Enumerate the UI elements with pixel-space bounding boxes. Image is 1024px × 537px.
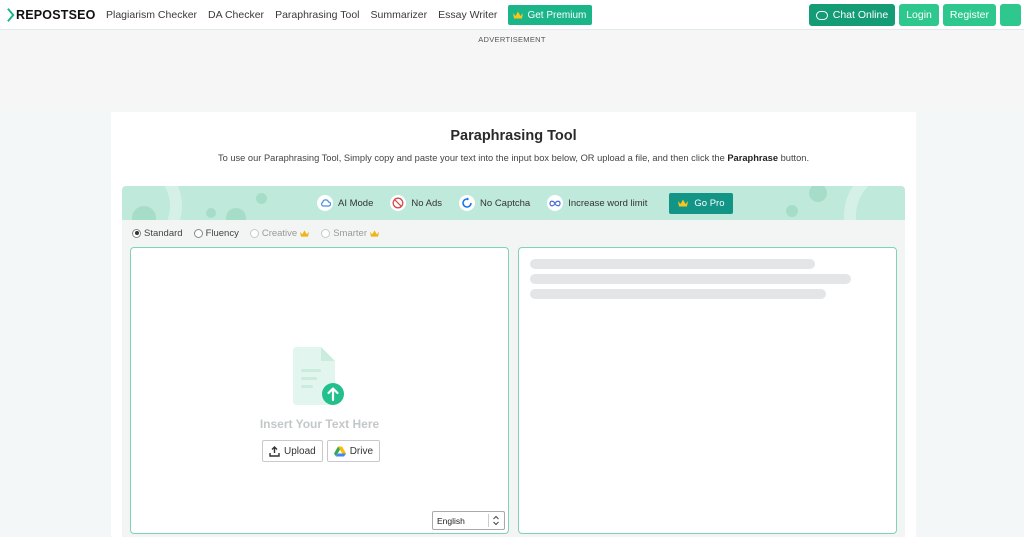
advertisement-area: ADVERTISEMENT (0, 31, 1024, 109)
mode-standard-label: Standard (144, 227, 183, 239)
chat-online-button[interactable]: Chat Online (808, 4, 896, 26)
captcha-icon (459, 195, 476, 211)
nav-essay-writer[interactable]: Essay Writer (438, 9, 497, 21)
promo-no-ads-label: No Ads (411, 197, 443, 209)
drive-label: Drive (349, 445, 374, 457)
promo-ai-mode-label: AI Mode (338, 197, 374, 209)
subtitle-end: button. (778, 153, 810, 163)
language-value: English (437, 515, 465, 526)
loading-skeleton-line (530, 274, 851, 284)
google-drive-icon (333, 446, 346, 456)
promo-decoration (809, 186, 827, 202)
radio-smarter[interactable] (321, 228, 331, 238)
top-header: REPOSTSEO Plagiarism Checker DA Checker … (0, 0, 1024, 30)
document-upload-icon (293, 347, 344, 405)
mode-smarter-label: Smarter (333, 227, 367, 239)
menu-button[interactable] (1000, 4, 1021, 26)
promo-decoration (226, 208, 246, 220)
nav-plagiarism-checker[interactable]: Plagiarism Checker (106, 9, 197, 21)
subtitle-bold: Paraphrase (727, 153, 779, 163)
mode-creative-label: Creative (261, 227, 298, 239)
mode-smarter[interactable]: Smarter (321, 228, 380, 239)
output-text-panel[interactable] (518, 247, 897, 534)
select-arrows-icon (493, 515, 499, 526)
promo-no-captcha: No Captcha (459, 195, 530, 211)
radio-creative[interactable] (249, 228, 259, 238)
chat-online-label: Chat Online (832, 9, 889, 21)
upload-actions: Upload Drive (262, 440, 384, 462)
radio-fluency[interactable] (193, 228, 203, 238)
ai-cloud-icon (317, 195, 333, 211)
promo-no-ads: No Ads (390, 195, 442, 211)
infinity-icon (547, 195, 564, 211)
promo-decoration (786, 205, 798, 217)
promo-ai-mode: AI Mode (317, 195, 373, 211)
get-premium-button[interactable]: Get Premium (508, 5, 593, 25)
radio-standard[interactable] (132, 228, 141, 238)
drive-button[interactable]: Drive (326, 440, 381, 462)
promo-features: AI Mode No Ads No Captcha Increase word … (317, 186, 733, 220)
go-pro-label: Go Pro (694, 197, 725, 209)
page-title: Paraphrasing Tool (450, 128, 577, 144)
crown-icon (678, 199, 689, 207)
nav-summarizer[interactable]: Summarizer (371, 9, 428, 21)
upload-label: Upload (284, 445, 316, 457)
crown-icon (300, 229, 310, 237)
promo-word-limit-label: Increase word limit (568, 197, 648, 209)
upload-button[interactable]: Upload (262, 440, 323, 462)
no-ads-icon (390, 195, 407, 211)
page-subtitle: To use our Paraphrasing Tool, Simply cop… (111, 153, 916, 163)
chat-bubble-icon (815, 10, 828, 20)
mode-fluency[interactable]: Fluency (193, 227, 239, 239)
language-select[interactable]: English (432, 511, 505, 530)
select-divider (488, 514, 489, 527)
promo-decoration (206, 208, 216, 218)
register-button[interactable]: Register (942, 4, 996, 26)
subtitle-text: To use our Paraphrasing Tool, Simply cop… (217, 153, 728, 163)
promo-decoration (844, 186, 905, 220)
nav-da-checker[interactable]: DA Checker (208, 9, 264, 21)
header-actions: Chat Online Login Register (805, 4, 1021, 26)
loading-skeleton-line (530, 289, 826, 299)
mode-selector: Standard Fluency Creative Smarter (132, 226, 391, 240)
promo-decoration (256, 193, 267, 204)
nav-paraphrasing-tool[interactable]: Paraphrasing Tool (275, 9, 359, 21)
advertisement-label: ADVERTISEMENT (478, 35, 546, 44)
mode-fluency-label: Fluency (205, 227, 239, 239)
loading-skeleton-line (530, 259, 815, 269)
login-button[interactable]: Login (899, 4, 939, 26)
logo-text: REPOSTSEO (16, 8, 96, 22)
insert-text-placeholder: Insert Your Text Here (259, 417, 380, 431)
input-text-panel[interactable]: Insert Your Text Here Upload Drive Engli… (130, 247, 509, 534)
crown-icon (370, 229, 379, 237)
main-nav: Plagiarism Checker DA Checker Paraphrasi… (106, 0, 593, 30)
go-pro-button[interactable]: Go Pro (669, 192, 733, 214)
crown-icon (513, 11, 524, 19)
mode-creative[interactable]: Creative (249, 227, 310, 239)
logo[interactable]: REPOSTSEO (7, 6, 96, 24)
promo-decoration (122, 186, 182, 220)
get-premium-label: Get Premium (527, 9, 587, 21)
promo-banner: AI Mode No Ads No Captcha Increase word … (122, 186, 905, 220)
mode-standard[interactable]: Standard (132, 228, 183, 239)
promo-no-captcha-label: No Captcha (480, 197, 531, 209)
logo-arrow-icon (7, 8, 15, 22)
upload-icon (269, 445, 280, 457)
promo-increase-word-limit: Increase word limit (547, 195, 647, 211)
